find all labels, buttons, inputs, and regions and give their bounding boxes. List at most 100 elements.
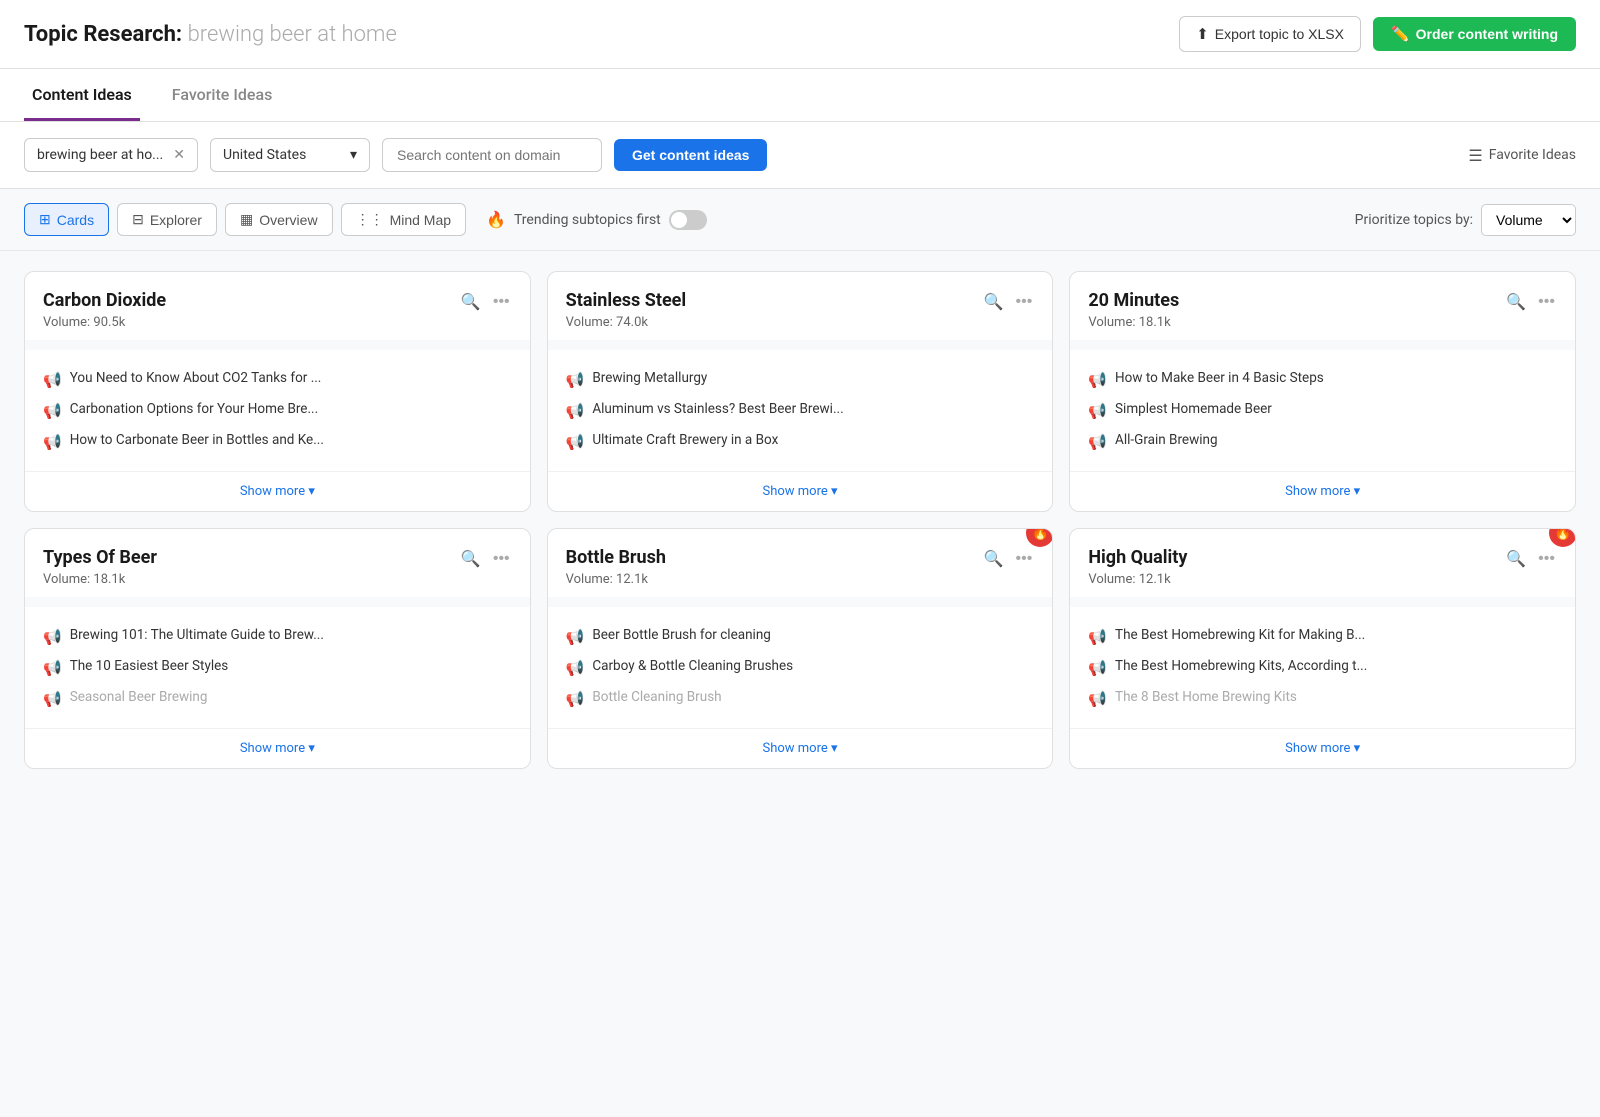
card-more-button[interactable]: ••• (1536, 548, 1557, 570)
megaphone-icon: 📢 (1088, 659, 1107, 677)
search-domain-input[interactable] (382, 138, 602, 172)
toggle-knob (671, 212, 687, 228)
card-list-item: 📢 How to Carbonate Beer in Bottles and K… (43, 426, 512, 457)
card-more-button[interactable]: ••• (1014, 548, 1035, 570)
main-tabs: Content Ideas Favorite Ideas (0, 69, 1600, 122)
show-more-button[interactable]: Show more ▾ (25, 471, 530, 511)
card-header: High Quality Volume: 12.1k 🔍 ••• (1070, 529, 1575, 597)
card-list-item: 📢 Beer Bottle Brush for cleaning (566, 621, 1035, 652)
card-item-text: Beer Bottle Brush for cleaning (592, 627, 771, 643)
card-item-text: How to Carbonate Beer in Bottles and Ke.… (70, 432, 324, 448)
favorite-ideas-link[interactable]: ☰ Favorite Ideas (1468, 146, 1576, 165)
card-volume: Volume: 18.1k (43, 572, 157, 587)
mindmap-view-icon: ⋮⋮ (356, 211, 384, 228)
card-item-text: How to Make Beer in 4 Basic Steps (1115, 370, 1324, 386)
megaphone-icon: 📢 (566, 628, 585, 646)
megaphone-icon: 📢 (43, 690, 62, 708)
show-more-button[interactable]: Show more ▾ (1070, 471, 1575, 511)
card-item-text: Seasonal Beer Brewing (70, 689, 208, 705)
card-list-item: 📢 How to Make Beer in 4 Basic Steps (1088, 364, 1557, 395)
card-volume: Volume: 12.1k (1088, 572, 1187, 587)
card-header-actions: 🔍 ••• (459, 290, 512, 314)
clear-keyword-button[interactable]: ✕ (173, 147, 185, 163)
megaphone-icon: 📢 (1088, 690, 1107, 708)
card-header-actions: 🔍 ••• (1504, 547, 1557, 571)
card-header-actions: 🔍 ••• (1504, 290, 1557, 314)
card-list-item: 📢 Aluminum vs Stainless? Best Beer Brewi… (566, 395, 1035, 426)
card-list-item: 📢 Bottle Cleaning Brush (566, 683, 1035, 714)
card-item-text: The 8 Best Home Brewing Kits (1115, 689, 1297, 705)
search-toolbar: brewing beer at ho... ✕ United States ▾ … (0, 122, 1600, 189)
megaphone-icon: 📢 (1088, 628, 1107, 646)
card-high-quality: 🔥 High Quality Volume: 12.1k 🔍 ••• 📢 The… (1069, 528, 1576, 769)
show-more-button[interactable]: Show more ▾ (1070, 728, 1575, 768)
view-bar: ⊞ Cards ⊟ Explorer ▦ Overview ⋮⋮ Mind Ma… (0, 189, 1600, 251)
card-items-list: 📢 You Need to Know About CO2 Tanks for .… (25, 350, 530, 471)
order-content-button[interactable]: ✏️ Order content writing (1373, 17, 1576, 51)
prioritize-select[interactable]: Volume Difficulty (1481, 204, 1576, 236)
tab-content-ideas[interactable]: Content Ideas (24, 69, 140, 121)
card-more-button[interactable]: ••• (491, 291, 512, 313)
card-title: Bottle Brush (566, 547, 666, 568)
card-item-text: Aluminum vs Stainless? Best Beer Brewi..… (592, 401, 843, 417)
card-search-button[interactable]: 🔍 (982, 547, 1006, 571)
card-more-button[interactable]: ••• (1014, 291, 1035, 313)
card-search-button[interactable]: 🔍 (1504, 547, 1528, 571)
tab-favorite-ideas[interactable]: Favorite Ideas (164, 69, 281, 121)
card-list-item: 📢 Seasonal Beer Brewing (43, 683, 512, 714)
card-item-text: The 10 Easiest Beer Styles (70, 658, 229, 674)
card-header-actions: 🔍 ••• (982, 547, 1035, 571)
card-item-text: You Need to Know About CO2 Tanks for ... (70, 370, 322, 386)
card-title: 20 Minutes (1088, 290, 1179, 311)
card-item-text: Brewing Metallurgy (592, 370, 707, 386)
card-header: Bottle Brush Volume: 12.1k 🔍 ••• (548, 529, 1053, 597)
card-list-item: 📢 You Need to Know About CO2 Tanks for .… (43, 364, 512, 395)
card-title: Carbon Dioxide (43, 290, 166, 311)
card-items-list: 📢 Beer Bottle Brush for cleaning 📢 Carbo… (548, 607, 1053, 728)
card-list-item: 📢 The 10 Easiest Beer Styles (43, 652, 512, 683)
chevron-down-icon: ▾ (350, 147, 357, 163)
card-carbon-dioxide: Carbon Dioxide Volume: 90.5k 🔍 ••• 📢 You… (24, 271, 531, 512)
show-more-button[interactable]: Show more ▾ (548, 471, 1053, 511)
card-header: Types Of Beer Volume: 18.1k 🔍 ••• (25, 529, 530, 597)
card-search-button[interactable]: 🔍 (982, 290, 1006, 314)
cards-view-icon: ⊞ (39, 211, 51, 228)
view-explorer-button[interactable]: ⊟ Explorer (117, 203, 217, 236)
list-icon: ☰ (1468, 146, 1482, 165)
show-more-button[interactable]: Show more ▾ (548, 728, 1053, 768)
card-search-button[interactable]: 🔍 (459, 547, 483, 571)
megaphone-icon: 📢 (43, 371, 62, 389)
card-header: Carbon Dioxide Volume: 90.5k 🔍 ••• (25, 272, 530, 340)
view-cards-button[interactable]: ⊞ Cards (24, 203, 109, 236)
card-items-list: 📢 Brewing Metallurgy 📢 Aluminum vs Stain… (548, 350, 1053, 471)
show-more-button[interactable]: Show more ▾ (25, 728, 530, 768)
card-search-button[interactable]: 🔍 (459, 290, 483, 314)
card-title: Types Of Beer (43, 547, 157, 568)
card-title: Stainless Steel (566, 290, 687, 311)
card-list-item: 📢 Ultimate Craft Brewery in a Box (566, 426, 1035, 457)
card-header: 20 Minutes Volume: 18.1k 🔍 ••• (1070, 272, 1575, 340)
keyword-field[interactable]: brewing beer at ho... ✕ (24, 138, 198, 172)
card-item-text: Carboy & Bottle Cleaning Brushes (592, 658, 793, 674)
card-more-button[interactable]: ••• (1536, 291, 1557, 313)
header-actions: ⬆ Export topic to XLSX ✏️ Order content … (1179, 16, 1576, 52)
megaphone-icon: 📢 (43, 628, 62, 646)
card-header-actions: 🔍 ••• (459, 547, 512, 571)
megaphone-icon: 📢 (566, 690, 585, 708)
card-volume: Volume: 18.1k (1088, 315, 1179, 330)
country-select[interactable]: United States ▾ (210, 138, 370, 172)
trending-toggle-switch[interactable] (669, 210, 707, 230)
card-list-item: 📢 The Best Homebrewing Kit for Making B.… (1088, 621, 1557, 652)
view-mindmap-button[interactable]: ⋮⋮ Mind Map (341, 203, 466, 236)
export-button[interactable]: ⬆ Export topic to XLSX (1179, 16, 1361, 52)
card-header-actions: 🔍 ••• (982, 290, 1035, 314)
megaphone-icon: 📢 (566, 659, 585, 677)
get-ideas-button[interactable]: Get content ideas (614, 139, 767, 171)
card-more-button[interactable]: ••• (491, 548, 512, 570)
card-list-item: 📢 Carbonation Options for Your Home Bre.… (43, 395, 512, 426)
card-search-button[interactable]: 🔍 (1504, 290, 1528, 314)
view-overview-button[interactable]: ▦ Overview (225, 203, 333, 236)
export-icon: ⬆ (1196, 25, 1209, 43)
card-list-item: 📢 The Best Homebrewing Kits, According t… (1088, 652, 1557, 683)
card-item-text: The Best Homebrewing Kit for Making B... (1115, 627, 1365, 643)
